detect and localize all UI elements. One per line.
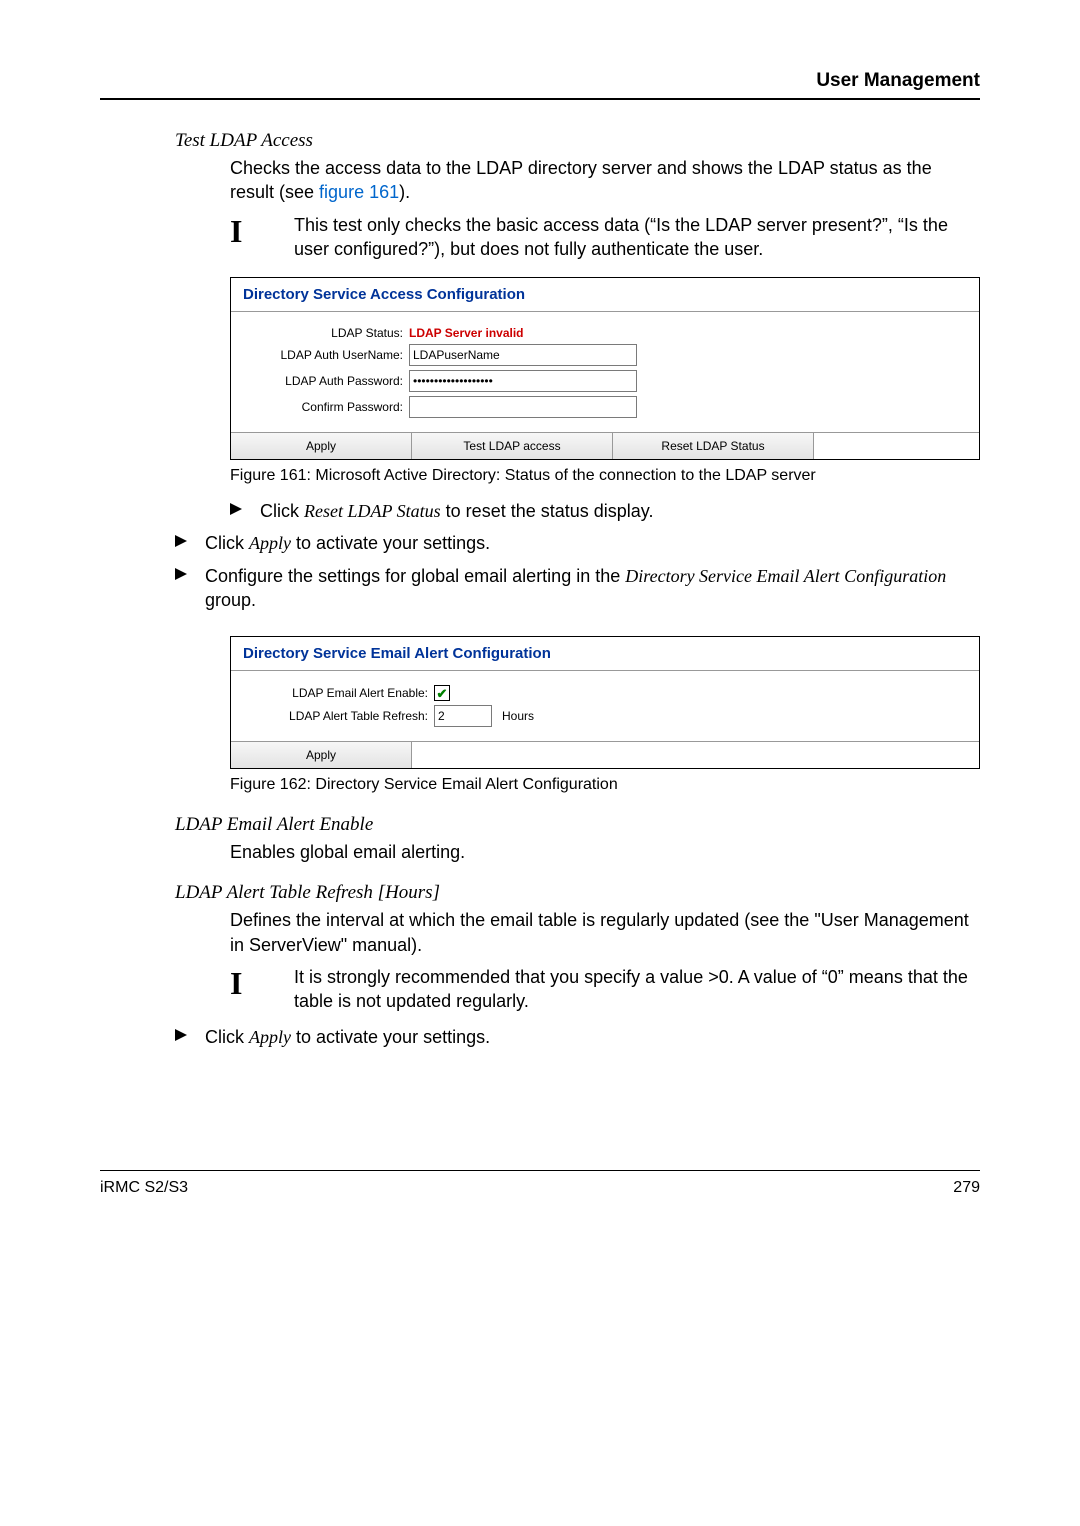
heading-email-enable: LDAP Email Alert Enable xyxy=(100,814,980,836)
refresh-label: LDAP Alert Table Refresh: xyxy=(243,709,434,723)
desc-table-refresh: Defines the interval at which the email … xyxy=(100,908,980,957)
ldap-password-input[interactable]: ••••••••••••••••••• xyxy=(409,370,637,392)
reset-ldap-status-button[interactable]: Reset LDAP Status xyxy=(613,433,814,459)
info-icon: I xyxy=(230,215,254,247)
email-enable-checkbox[interactable]: ✔ xyxy=(434,685,450,701)
email-enable-label: LDAP Email Alert Enable: xyxy=(243,686,434,700)
figure-161-caption: Figure 161: Microsoft Active Directory: … xyxy=(100,466,980,487)
page-header: User Management xyxy=(100,70,980,100)
desc-email-enable: Enables global email alerting. xyxy=(100,840,980,864)
triangle-bullet-icon xyxy=(175,568,187,580)
bullet-apply-1: Click Apply to activate your settings. xyxy=(205,531,980,555)
refresh-input[interactable]: 2 xyxy=(434,705,492,727)
panel-directory-access: Directory Service Access Configuration L… xyxy=(230,277,980,460)
ldap-password-label: LDAP Auth Password: xyxy=(243,374,409,388)
panel-email-alert: Directory Service Email Alert Configurat… xyxy=(230,636,980,769)
bullet-reset-ldap: Click Reset LDAP Status to reset the sta… xyxy=(260,499,980,523)
test-ldap-access-button[interactable]: Test LDAP access xyxy=(412,433,613,459)
bullet-apply-2: Click Apply to activate your settings. xyxy=(205,1025,980,1049)
panel-directory-access-title: Directory Service Access Configuration xyxy=(231,278,979,312)
confirm-password-input[interactable] xyxy=(409,396,637,418)
info-icon: I xyxy=(230,967,254,999)
note-basic-access: This test only checks the basic access d… xyxy=(294,213,980,262)
ldap-status-label: LDAP Status: xyxy=(243,326,409,340)
desc-post: ). xyxy=(399,182,410,202)
ldap-username-input[interactable]: LDAPuserName xyxy=(409,344,637,366)
note-refresh-value: It is strongly recommended that you spec… xyxy=(294,965,980,1014)
ldap-username-label: LDAP Auth UserName: xyxy=(243,348,409,362)
ldap-status-value: LDAP Server invalid xyxy=(409,326,524,340)
link-figure-161[interactable]: figure 161 xyxy=(319,182,399,202)
page-footer: iRMC S2/S3 279 xyxy=(100,1170,980,1197)
panel-email-alert-title: Directory Service Email Alert Configurat… xyxy=(231,637,979,671)
desc-test-ldap-access: Checks the access data to the LDAP direc… xyxy=(100,156,980,205)
header-title: User Management xyxy=(816,70,980,91)
apply-button-panel1[interactable]: Apply xyxy=(231,433,412,459)
confirm-password-label: Confirm Password: xyxy=(243,400,409,414)
bullet-configure-email: Configure the settings for global email … xyxy=(205,564,980,613)
apply-button-panel2[interactable]: Apply xyxy=(231,742,412,768)
hours-label: Hours xyxy=(502,709,534,723)
triangle-bullet-icon xyxy=(230,503,242,515)
heading-test-ldap-access: Test LDAP Access xyxy=(100,130,980,152)
triangle-bullet-icon xyxy=(175,535,187,547)
footer-page-number: 279 xyxy=(953,1179,980,1197)
heading-table-refresh: LDAP Alert Table Refresh [Hours] xyxy=(100,882,980,904)
figure-162-caption: Figure 162: Directory Service Email Aler… xyxy=(100,775,980,796)
footer-left: iRMC S2/S3 xyxy=(100,1179,188,1197)
triangle-bullet-icon xyxy=(175,1029,187,1041)
